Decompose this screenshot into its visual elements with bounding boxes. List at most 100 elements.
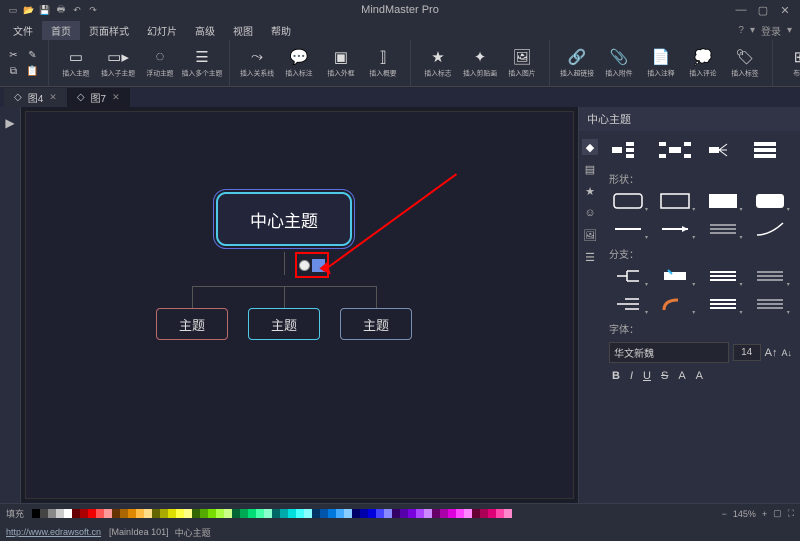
color-swatch[interactable]: [96, 509, 104, 518]
boundary-button[interactable]: ▣插入外框: [322, 42, 360, 84]
color-swatch[interactable]: [336, 509, 344, 518]
underline-icon[interactable]: U: [640, 369, 654, 383]
zoom-out-icon[interactable]: −: [722, 509, 727, 519]
center-topic-node[interactable]: 中心主题: [216, 192, 352, 246]
menu-page-style[interactable]: 页面样式: [80, 21, 138, 40]
font-family-select[interactable]: 华文新魏: [609, 342, 729, 363]
zoom-in-icon[interactable]: +: [762, 509, 767, 519]
topic-node[interactable]: 主题: [340, 308, 412, 340]
comment-button[interactable]: 💭插入评论: [684, 42, 722, 84]
font-shrink-icon[interactable]: A↓: [781, 348, 792, 358]
color-swatch[interactable]: [232, 509, 240, 518]
close-tab-icon[interactable]: ✕: [112, 92, 120, 103]
login-link[interactable]: 登录: [761, 23, 781, 38]
page-tab-icon[interactable]: ▤: [582, 161, 598, 177]
collapse-handle-icon[interactable]: [299, 260, 310, 271]
color-swatch[interactable]: [64, 509, 72, 518]
topic-node[interactable]: 主题: [156, 308, 228, 340]
floating-topic-button[interactable]: ◌浮动主题: [141, 42, 179, 84]
color-swatch[interactable]: [40, 509, 48, 518]
layout-option[interactable]: [609, 139, 647, 161]
cut-icon[interactable]: ✂: [6, 48, 21, 63]
color-swatch[interactable]: [168, 509, 176, 518]
color-swatch[interactable]: [48, 509, 56, 518]
color-swatch[interactable]: [416, 509, 424, 518]
line-option[interactable]: ▾: [656, 218, 694, 240]
maximize-icon[interactable]: ▢: [756, 3, 770, 17]
color-swatch[interactable]: [248, 509, 256, 518]
line-option[interactable]: ▾: [704, 218, 742, 240]
color-swatch[interactable]: [312, 509, 320, 518]
color-swatch[interactable]: [160, 509, 168, 518]
style-tab-icon[interactable]: ◆: [582, 139, 598, 155]
color-swatch[interactable]: [304, 509, 312, 518]
color-swatch[interactable]: [496, 509, 504, 518]
save-icon[interactable]: 💾: [38, 3, 52, 17]
bold-icon[interactable]: B: [609, 369, 623, 383]
summary-button[interactable]: ⟧插入概要: [364, 42, 402, 84]
color-swatch[interactable]: [488, 509, 496, 518]
color-swatch[interactable]: [184, 509, 192, 518]
branch-option[interactable]: ▾: [656, 293, 694, 315]
font-grow-icon[interactable]: A↑: [765, 347, 778, 359]
color-swatch[interactable]: [256, 509, 264, 518]
canvas-area[interactable]: 中心主题 主题 主题 主题: [21, 107, 578, 503]
color-swatch[interactable]: [288, 509, 296, 518]
color-swatch[interactable]: [120, 509, 128, 518]
menu-view[interactable]: 视图: [224, 21, 262, 40]
color-swatch[interactable]: [296, 509, 304, 518]
icon-tab-icon[interactable]: ☺: [582, 205, 598, 221]
theme-tab-icon[interactable]: ★: [582, 183, 598, 199]
color-swatch[interactable]: [384, 509, 392, 518]
color-swatch[interactable]: [504, 509, 512, 518]
format-painter-icon[interactable]: ✎: [25, 48, 40, 63]
hyperlink-button[interactable]: 🔗插入超链接: [558, 42, 596, 84]
italic-icon[interactable]: I: [627, 369, 636, 383]
note-button[interactable]: 📄插入注释: [642, 42, 680, 84]
color-swatch[interactable]: [368, 509, 376, 518]
font-size-input[interactable]: 14: [733, 344, 761, 361]
color-swatch[interactable]: [456, 509, 464, 518]
layout-button[interactable]: ⊞布局: [781, 42, 800, 84]
color-swatch[interactable]: [208, 509, 216, 518]
branch-option[interactable]: ▾: [751, 265, 789, 287]
color-swatch[interactable]: [464, 509, 472, 518]
branch-option[interactable]: ▾: [656, 265, 694, 287]
website-link[interactable]: http://www.edrawsoft.cn: [6, 527, 101, 537]
line-option[interactable]: [751, 218, 789, 240]
layout-option[interactable]: [656, 139, 694, 161]
help-icon[interactable]: ?: [738, 25, 744, 36]
color-swatch[interactable]: [112, 509, 120, 518]
strike-icon[interactable]: S: [658, 369, 671, 383]
doc-tab-4[interactable]: ◇图4✕: [4, 88, 67, 107]
color-swatch[interactable]: [56, 509, 64, 518]
callout-button[interactable]: 💬插入标注: [280, 42, 318, 84]
color-swatch[interactable]: [72, 509, 80, 518]
layout-option[interactable]: [704, 139, 742, 161]
mark-button[interactable]: ★插入标志: [419, 42, 457, 84]
color-swatch[interactable]: [152, 509, 160, 518]
print-icon[interactable]: 🖶: [54, 3, 68, 17]
color-swatch[interactable]: [240, 509, 248, 518]
color-swatch[interactable]: [376, 509, 384, 518]
close-icon[interactable]: ✕: [778, 3, 792, 17]
dropdown-icon[interactable]: ▾: [750, 25, 755, 36]
color-swatch[interactable]: [80, 509, 88, 518]
insert-sub-topic-button[interactable]: ▭▸插入子主题: [99, 42, 137, 84]
fullscreen-icon[interactable]: ⛶: [788, 508, 794, 519]
chevron-down-icon[interactable]: ▾: [787, 25, 792, 36]
menu-advanced[interactable]: 高级: [186, 21, 224, 40]
insert-main-topic-button[interactable]: ▭插入主题: [57, 42, 95, 84]
color-swatch[interactable]: [32, 509, 40, 518]
fit-page-icon[interactable]: ▢: [773, 508, 782, 519]
color-swatch[interactable]: [272, 509, 280, 518]
highlight-icon[interactable]: A: [693, 369, 706, 383]
open-icon[interactable]: 📂: [22, 3, 36, 17]
clipart-button[interactable]: ✦插入剪贴画: [461, 42, 499, 84]
branch-option[interactable]: ▾: [704, 265, 742, 287]
paste-icon[interactable]: 📋: [25, 64, 40, 79]
copy-icon[interactable]: ⧉: [6, 64, 21, 79]
shape-option[interactable]: ▾: [704, 190, 742, 212]
color-swatch[interactable]: [88, 509, 96, 518]
color-swatch[interactable]: [200, 509, 208, 518]
